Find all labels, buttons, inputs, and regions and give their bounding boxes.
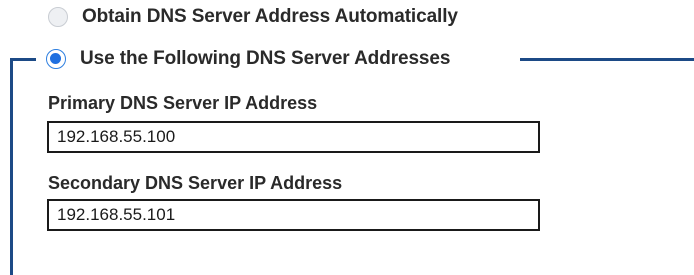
dns-manual-label: Use the Following DNS Server Addresses [80, 48, 451, 69]
dns-auto-option[interactable]: Obtain DNS Server Address Automatically [48, 2, 458, 32]
group-border-top-right [520, 58, 694, 61]
primary-dns-input[interactable] [47, 121, 540, 153]
dns-manual-option[interactable]: Use the Following DNS Server Addresses [46, 44, 457, 74]
dns-manual-radio[interactable] [46, 49, 66, 69]
primary-dns-label: Primary DNS Server IP Address [48, 93, 318, 113]
dns-auto-radio[interactable] [48, 7, 68, 27]
dns-auto-label: Obtain DNS Server Address Automatically [82, 6, 458, 27]
group-border-left [10, 58, 13, 275]
secondary-dns-input[interactable] [47, 199, 540, 231]
group-border-top-left [10, 58, 36, 61]
dns-settings-panel: Obtain DNS Server Address Automatically … [0, 0, 694, 275]
secondary-dns-label: Secondary DNS Server IP Address [48, 173, 343, 193]
